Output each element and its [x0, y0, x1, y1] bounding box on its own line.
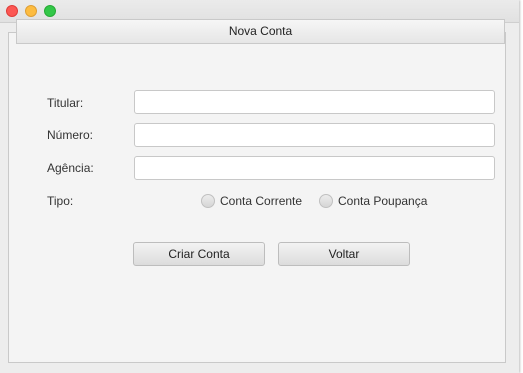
numero-label: Número: [47, 128, 94, 142]
radio-conta-corrente[interactable]: Conta Corrente [201, 193, 302, 209]
back-button[interactable]: Voltar [278, 242, 410, 266]
panel-title: Nova Conta [16, 19, 505, 44]
tipo-label: Tipo: [47, 194, 74, 208]
radio-conta-poupanca[interactable]: Conta Poupança [319, 193, 427, 209]
radio-conta-corrente-label: Conta Corrente [220, 194, 303, 208]
radio-circle-icon [319, 194, 333, 208]
titular-label: Titular: [47, 96, 84, 110]
close-window-button[interactable] [6, 5, 18, 17]
radio-circle-icon [201, 194, 215, 208]
agencia-label: Agência: [47, 161, 94, 175]
numero-input[interactable] [134, 123, 495, 147]
minimize-window-button[interactable] [25, 5, 37, 17]
radio-conta-poupanca-label: Conta Poupança [338, 194, 428, 208]
create-account-button[interactable]: Criar Conta [133, 242, 265, 266]
titular-input[interactable] [134, 90, 495, 114]
zoom-window-button[interactable] [44, 5, 56, 17]
app-window: Nova Conta Titular: Número: Agência: Tip… [0, 0, 519, 373]
agencia-input[interactable] [134, 156, 495, 180]
